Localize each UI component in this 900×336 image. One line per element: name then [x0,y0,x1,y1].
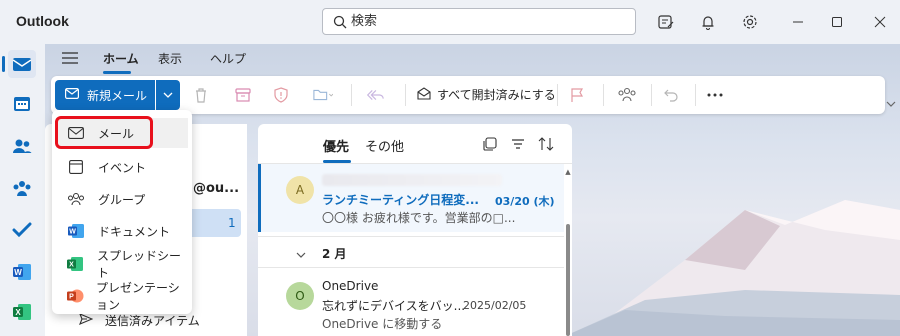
mark-all-read-label: すべて開封済みにする [437,88,556,102]
rail-mail[interactable] [8,50,36,78]
more-icon[interactable] [705,86,725,104]
flag-icon[interactable] [567,86,587,104]
message-item[interactable]: O OneDrive 忘れずにデバイスをバッ... 2025/02/05 One… [258,270,564,336]
menu-item-label: スプレッドシート [96,249,181,280]
mail-icon [65,88,80,102]
undo-icon[interactable] [661,86,681,104]
svg-text:P: P [69,294,74,301]
group-icon [66,189,86,209]
folder-sent-items[interactable]: 送信済みアイテム [79,312,200,329]
avatar: O [286,282,314,310]
reply-all-icon[interactable] [365,86,385,104]
menu-item-label: プレゼンテーション [96,281,180,312]
new-mail-dropdown-button[interactable] [156,80,180,110]
chevron-down-icon [163,92,173,98]
svg-text:W: W [69,229,76,236]
gear-icon[interactable] [740,12,760,32]
powerpoint-icon: P [66,286,84,306]
report-icon[interactable] [271,86,291,104]
message-list: 優先 その他 A ランチミーティング日程変... 03/20 (木) 〇〇様 お… [258,124,572,336]
message-subject: 忘れずにデバイスをバッ... [322,299,466,313]
filter-icon[interactable] [510,136,526,152]
menu-item-label: イベント [98,160,147,175]
sent-items-label: 送信済みアイテム [105,314,200,328]
archive-icon[interactable] [233,86,253,104]
menu-item-label: グループ [98,192,146,207]
bell-icon[interactable] [698,12,718,32]
message-preview: OneDrive に移動する [322,317,443,331]
rail-groups[interactable] [8,174,36,202]
selection-bar [258,164,261,232]
menu-item-label: ドキュメント [98,224,171,239]
pivot-focused[interactable]: 優先 [323,136,349,155]
app-title: Outlook [16,13,69,29]
svg-text:W: W [14,268,22,277]
search-input[interactable] [351,12,621,31]
account-name[interactable]: @ou... [193,181,239,196]
message-sender: OneDrive [322,279,379,293]
message-item[interactable]: A ランチミーティング日程変... 03/20 (木) 〇〇様 お疲れ様です。営… [258,164,564,232]
search-icon [333,15,347,32]
maximize-button[interactable] [822,10,852,34]
chevron-down-icon [296,247,306,261]
tab-home[interactable]: ホーム [103,50,139,67]
pivot-other[interactable]: その他 [365,136,404,155]
rail-word[interactable]: W [8,258,36,286]
move-folder-icon[interactable] [313,86,333,104]
rail-active-indicator [2,56,5,72]
menu-item-group[interactable]: グループ [56,184,188,214]
menu-bar: ホーム 表示 ヘルプ [45,44,900,74]
scroll-up-icon[interactable]: ▲ [564,168,572,176]
menu-item-document[interactable]: W ドキュメント [56,216,188,246]
app-rail: W X [0,44,45,336]
search-box[interactable] [322,8,636,35]
group-header[interactable]: 2 月 [258,236,564,268]
message-list-header: 優先 その他 [258,124,572,164]
tab-help[interactable]: ヘルプ [210,50,246,67]
message-subject: ランチミーティング日程変... [322,193,479,207]
ribbon-expand-icon[interactable] [886,96,896,110]
rail-calendar[interactable] [8,90,36,118]
tab-underline [103,71,131,74]
menu-item-spreadsheet[interactable]: X スプレッドシート [56,249,188,280]
rail-todo[interactable] [8,216,36,244]
rail-excel[interactable]: X [8,298,36,326]
message-preview: 〇〇様 お疲れ様です。営業部の□... [322,211,516,225]
folder-unread-count: 1 [228,216,236,230]
pivot-underline [323,160,351,163]
word-icon: W [66,221,86,241]
hamburger-icon[interactable] [62,52,78,67]
highlight-box [55,116,153,149]
select-icon[interactable] [482,136,498,152]
group-icon[interactable] [617,86,637,104]
excel-icon: X [66,254,85,274]
calendar-icon [66,157,86,177]
ribbon: 新規メール すべて開封済みにする [51,76,885,114]
avatar: A [286,176,314,204]
sender-redacted [322,174,502,186]
title-bar: Outlook [0,0,900,44]
group-header-label: 2 月 [322,247,347,261]
svg-text:X: X [15,308,21,317]
svg-text:X: X [70,262,75,269]
minimize-button[interactable] [783,10,813,34]
envelope-open-icon [417,86,431,103]
mark-all-read-button[interactable]: すべて開封済みにする [417,86,556,103]
message-date: 2025/02/05 [463,299,527,312]
notes-icon[interactable] [656,12,676,32]
scroll-thumb[interactable] [566,224,570,336]
tab-view[interactable]: 表示 [158,50,182,67]
new-mail-label: 新規メール [87,88,148,103]
menu-item-event[interactable]: イベント [56,152,188,182]
message-list-scrollbar[interactable]: ▲ [564,164,572,336]
rail-people[interactable] [8,132,36,160]
send-icon [79,312,94,328]
close-button[interactable] [865,10,895,34]
delete-icon[interactable] [191,86,211,104]
new-mail-button[interactable]: 新規メール [55,80,155,110]
sort-icon[interactable] [538,136,554,152]
message-date: 03/20 (木) [495,195,555,208]
menu-item-presentation[interactable]: P プレゼンテーション [56,281,188,312]
